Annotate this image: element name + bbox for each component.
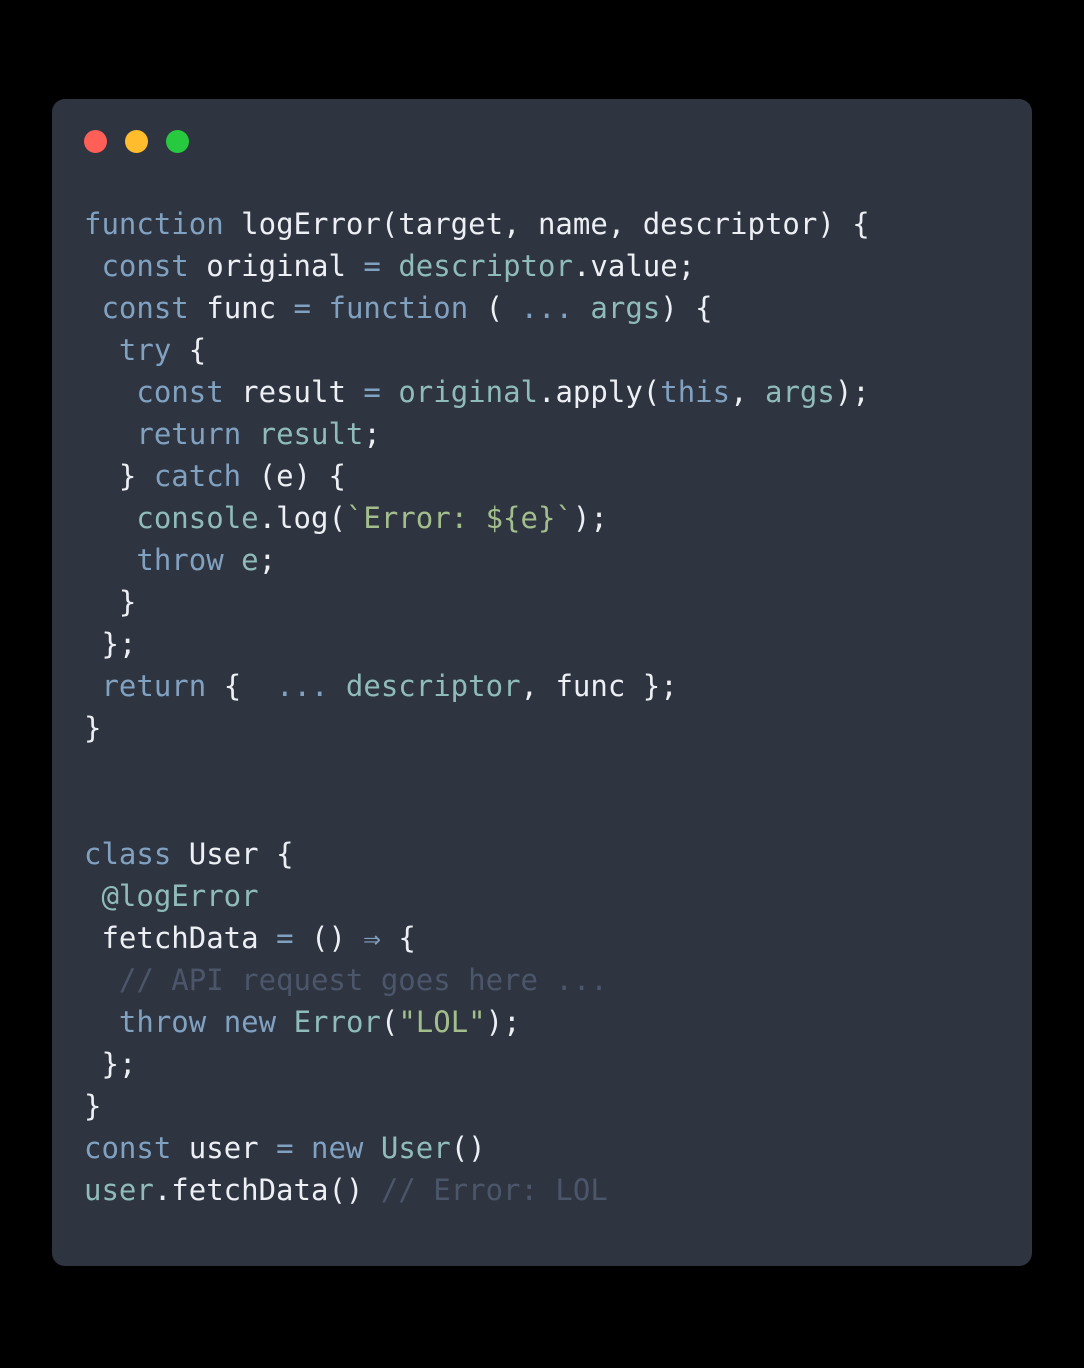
code-line: }; — [101, 1047, 137, 1081]
code-line: } catch (e) { — [118, 459, 346, 493]
code-line: } — [84, 1089, 102, 1123]
code-line: return result; — [136, 417, 381, 451]
code-line: function logError(target, name, descript… — [84, 207, 870, 241]
code-line: const original = descriptor.value; — [101, 249, 696, 283]
screenshot-page: function logError(target, name, descript… — [0, 0, 1084, 1368]
close-window-button[interactable] — [84, 129, 107, 153]
window-titlebar — [52, 99, 1032, 183]
code-line: try { — [118, 333, 207, 367]
code-line: }; — [101, 627, 137, 661]
minimize-window-button[interactable] — [125, 129, 148, 153]
code-line: } — [118, 585, 137, 619]
code-line: const func = function ( ... args) { — [101, 291, 713, 325]
code-line: const user = new User() — [84, 1131, 486, 1165]
code-snippet: function logError(target, name, descript… — [84, 203, 1032, 1211]
code-window-card: function logError(target, name, descript… — [52, 99, 1032, 1266]
code-line: console.log(`Error: ${e}`); — [136, 501, 608, 535]
code-line: class User { — [84, 837, 294, 871]
code-line: return { ... descriptor, func }; — [101, 669, 678, 703]
code-line: } — [84, 711, 102, 745]
maximize-window-button[interactable] — [166, 129, 189, 153]
code-line: throw new Error("LOL"); — [118, 1005, 521, 1039]
code-line: user.fetchData() // Error: LOL — [84, 1173, 608, 1207]
code-content-area: function logError(target, name, descript… — [52, 183, 1032, 1266]
code-line: throw e; — [136, 543, 277, 577]
code-line: // API request goes here ... — [118, 963, 608, 997]
code-line: @logError — [101, 879, 259, 913]
code-line: fetchData = () ⇒ { — [101, 921, 416, 955]
code-line: const result = original.apply(this, args… — [136, 375, 870, 409]
